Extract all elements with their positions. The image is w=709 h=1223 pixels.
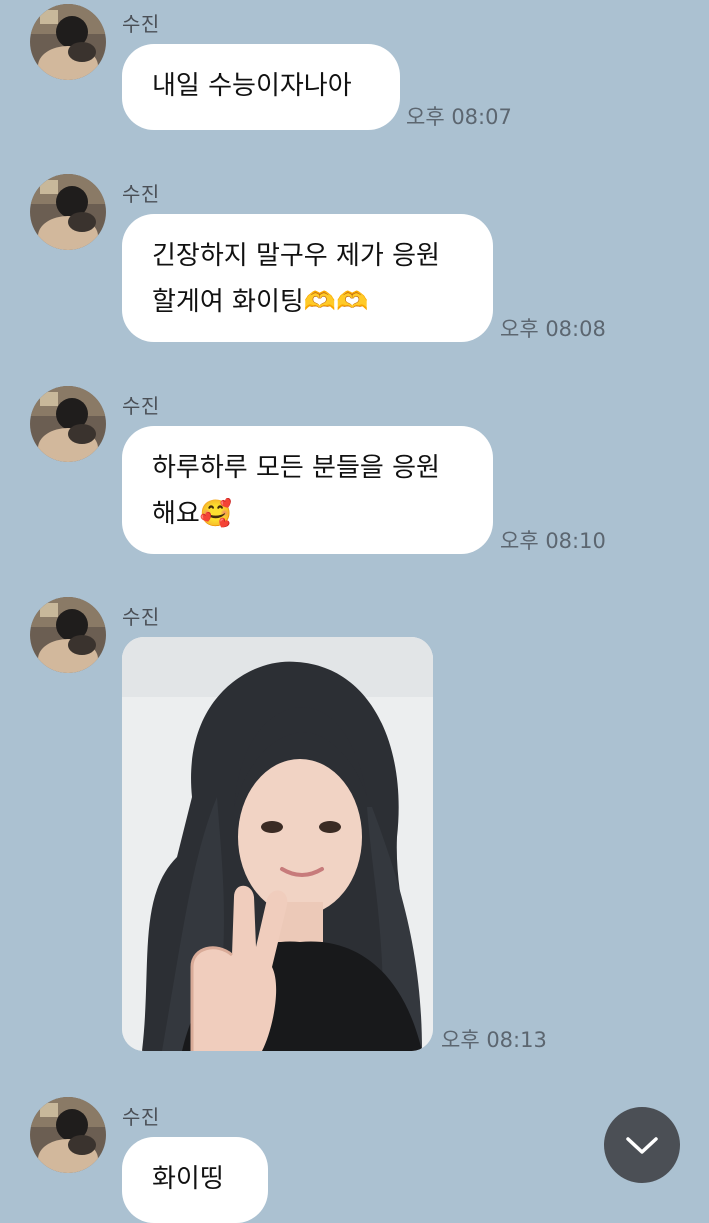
avatar[interactable] <box>30 386 106 462</box>
avatar[interactable] <box>30 597 106 673</box>
sender-name: 수진 <box>122 12 160 36</box>
message-bubble[interactable]: 내일 수능이자나아 <box>122 44 400 130</box>
photo-message[interactable] <box>122 637 433 1051</box>
message-row: 수진 내일 수능이자나아 오후 08:07 <box>0 4 709 134</box>
sender-name: 수진 <box>122 182 160 206</box>
message-bubble[interactable]: 하루하루 모든 분들을 응원 해요🥰 <box>122 426 493 554</box>
message-row: 수진 오후 08:13 <box>0 597 709 1057</box>
avatar[interactable] <box>30 1097 106 1173</box>
message-row: 수진 하루하루 모든 분들을 응원 해요🥰 오후 08:10 <box>0 386 709 561</box>
avatar[interactable] <box>30 4 106 80</box>
message-time: 오후 08:10 <box>500 529 606 553</box>
message-bubble[interactable]: 화이띵 <box>122 1137 268 1223</box>
selfie-photo-icon <box>122 637 433 1051</box>
message-time: 오후 08:07 <box>406 105 512 129</box>
chevron-down-icon <box>626 1137 658 1154</box>
message-time: 오후 08:08 <box>500 317 606 341</box>
message-row: 수진 화이띵 <box>0 1097 709 1223</box>
sender-name: 수진 <box>122 394 160 418</box>
sender-name: 수진 <box>122 605 160 629</box>
avatar[interactable] <box>30 174 106 250</box>
message-row: 수진 긴장하지 말구우 제가 응원 할게여 화이팅🫶🫶 오후 08:08 <box>0 174 709 349</box>
message-time: 오후 08:13 <box>441 1028 547 1052</box>
sender-name: 수진 <box>122 1105 160 1129</box>
message-bubble[interactable]: 긴장하지 말구우 제가 응원 할게여 화이팅🫶🫶 <box>122 214 493 342</box>
scroll-to-bottom-button[interactable] <box>604 1107 680 1183</box>
